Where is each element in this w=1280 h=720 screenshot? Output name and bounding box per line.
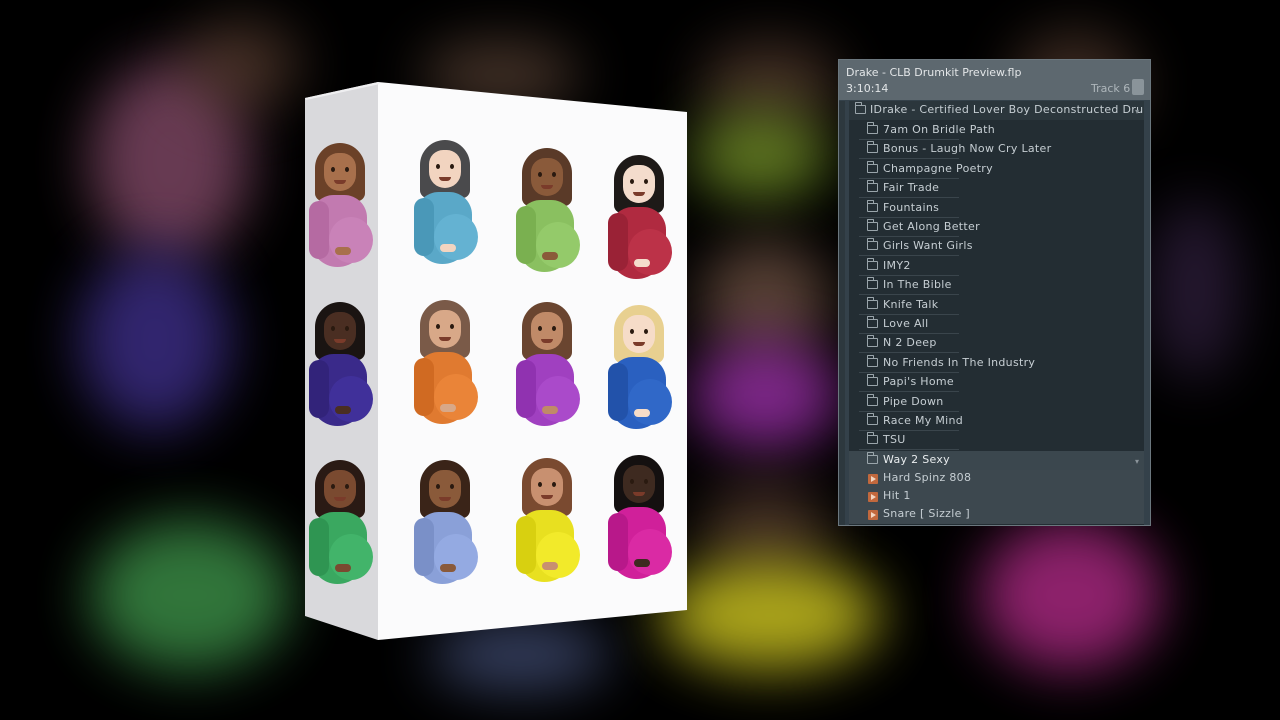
folder-label: Bonus - Laugh Now Cry Later [883,142,1052,156]
folder-label: In The Bible [883,278,952,292]
folder-icon [867,160,878,173]
folder-label: No Friends In The Industry [883,355,1036,369]
folder-item[interactable]: Knife Talk [849,296,1144,315]
folder-icon [867,413,878,425]
pregnant-woman-emoji [512,302,582,432]
folder-icon [867,180,878,193]
folder-item[interactable]: Champagne Poetry [849,160,1144,179]
folder-item[interactable]: Fair Trade [849,179,1144,198]
pregnant-woman-emoji [512,148,582,278]
pregnant-woman-emoji [305,460,375,590]
track-label: Track 6 [1091,82,1131,95]
folder-item[interactable]: Fountains [849,199,1144,218]
pregnant-woman-emoji [410,460,480,590]
collapse-arrow-icon[interactable]: ▾ [1135,457,1139,466]
folder-label: Knife Talk [883,297,939,311]
folder-label: Get Along Better [883,220,980,233]
folder-item[interactable]: Love All [849,315,1144,334]
folder-label: IMY2 [883,258,911,272]
audio-file-label: Snare [ Sizzle ] [883,506,971,520]
folder-item[interactable]: In The Bible [849,276,1144,295]
folder-item[interactable]: Bonus - Laugh Now Cry Later [849,140,1144,159]
playback-time: 3:10:14 [846,82,889,95]
folder-icon [867,199,878,212]
folder-item[interactable]: Papi's Home [849,373,1144,392]
root-folder-label: IDrake - Certified Lover Boy Deconstruct… [870,103,1144,116]
folder-label: Papi's Home [883,375,954,389]
collapse-arrow-icon[interactable]: ▾ [1135,107,1139,116]
audio-file-label: Hit 1 [883,488,911,502]
folder-icon [867,451,878,464]
selected-folder-item[interactable]: Way 2 Sexy ▾ [849,450,1144,470]
folder-item[interactable]: Get Along Better [849,218,1144,237]
folder-icon [867,141,878,154]
folder-icon [855,102,866,114]
folder-label: Race My Mind [883,414,964,427]
folder-item[interactable]: No Friends In The Industry [849,354,1144,373]
audio-file-icon [868,473,878,484]
browser-tree: IDrake - Certified Lover Boy Deconstruct… [849,101,1144,525]
folder-icon [867,122,878,134]
folder-icon [867,374,878,387]
folder-item[interactable]: TSU [849,431,1144,450]
folder-label: Pipe Down [883,394,944,408]
folder-item[interactable]: Race My Mind [849,412,1144,431]
folder-item[interactable]: N 2 Deep [849,334,1144,353]
folder-label: TSU [883,433,906,447]
folder-label: Girls Want Girls [883,239,973,253]
folder-icon [867,335,878,348]
folder-label: Fair Trade [883,181,940,195]
folder-icon [867,277,878,290]
audio-file-label: Hard Spinz 808 [883,470,972,484]
folder-item[interactable]: IMY2 [849,257,1144,276]
audio-file-item[interactable]: Hard Spinz 808 [849,469,1144,488]
project-title: Drake - CLB Drumkit Preview.flp [846,66,1022,79]
pregnant-woman-emoji [410,300,480,430]
folder-label: N 2 Deep [883,336,937,350]
folder-icon [867,316,878,328]
folder-item[interactable]: 7am On Bridle Path [849,121,1144,140]
pregnant-woman-emoji [305,143,375,273]
pregnant-woman-emoji [604,155,674,285]
pregnant-woman-emoji [604,305,674,435]
folder-icon [867,238,878,251]
pregnant-woman-emoji [410,140,480,270]
audio-file-icon [868,491,878,502]
audio-file-item[interactable]: Hit 1 [849,487,1144,506]
pregnant-woman-emoji [512,458,582,588]
plugin-icon[interactable] [1132,79,1144,95]
folder-item[interactable]: Girls Want Girls [849,237,1144,256]
browser-panel: Drake - CLB Drumkit Preview.flp 3:10:14 … [838,59,1151,526]
folder-icon [867,257,878,270]
pregnant-woman-emoji [305,302,375,432]
folder-icon [867,219,878,231]
pregnant-woman-emoji [604,455,674,585]
root-folder[interactable]: IDrake - Certified Lover Boy Deconstruct… [849,101,1144,120]
folder-label: Love All [883,317,929,330]
folder-label: Way 2 Sexy [883,452,950,466]
left-scrollbar[interactable] [839,101,845,525]
panel-header[interactable]: Drake - CLB Drumkit Preview.flp 3:10:14 … [839,60,1150,100]
folder-label: Champagne Poetry [883,161,993,175]
folder-icon [867,296,878,309]
folder-icon [867,354,878,367]
folder-item[interactable]: Pipe Down [849,393,1144,412]
folder-label: Fountains [883,200,940,214]
audio-file-item[interactable]: Snare [ Sizzle ] [849,505,1144,524]
folder-label: 7am On Bridle Path [883,123,996,136]
audio-file-icon [868,509,878,520]
folder-icon [867,432,878,445]
folder-icon [867,393,878,406]
